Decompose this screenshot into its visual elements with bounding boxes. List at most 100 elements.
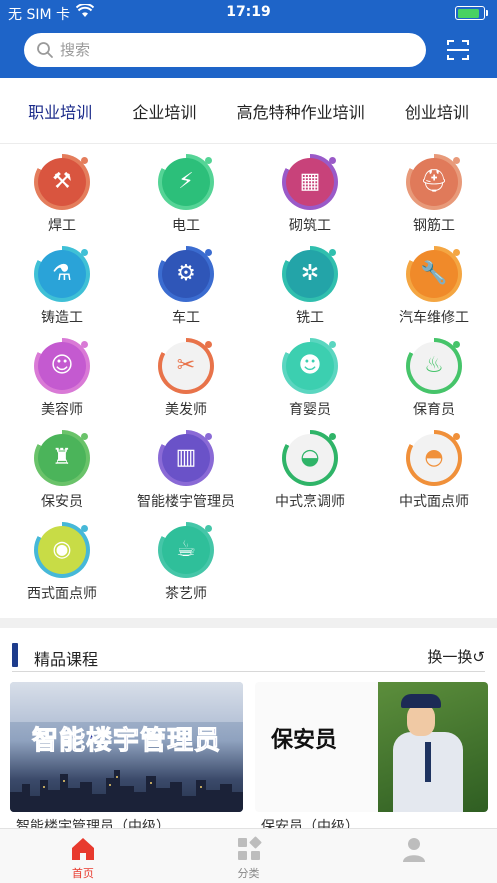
job-item[interactable]: ☕ 茶艺师 — [124, 522, 248, 602]
job-item[interactable]: ▥ 智能楼宇管理员 — [124, 430, 248, 510]
search-input[interactable] — [60, 33, 410, 67]
noodle-bowl-icon: ◓ — [406, 430, 462, 486]
category-grid-icon — [235, 835, 263, 863]
section-title: 精品课程 — [34, 650, 99, 669]
job-label: 美发师 — [165, 402, 207, 418]
search-bar[interactable] — [24, 33, 426, 67]
icon-glyph: ◉ — [52, 537, 72, 562]
icon-disc: ▦ — [286, 158, 334, 206]
icon-disc: ♨ — [410, 342, 458, 390]
job-item[interactable]: ⛑ 钢筋工 — [372, 154, 496, 234]
guard-tie — [425, 742, 431, 782]
icon-disc: 🔧 — [410, 250, 458, 298]
icon-dot — [81, 157, 88, 164]
job-item[interactable]: ⚒ 焊工 — [0, 154, 124, 234]
course-card-security-guard[interactable]: 保安员 — [255, 682, 488, 812]
job-item[interactable]: ✲ 铣工 — [248, 246, 372, 326]
icon-disc: ⚡ — [162, 158, 210, 206]
icon-disc: ▥ — [162, 434, 210, 482]
tabbar-label: 首页 — [71, 867, 94, 880]
icon-disc: ☻ — [286, 342, 334, 390]
job-item[interactable]: ✂ 美发师 — [124, 338, 248, 418]
scan-icon[interactable] — [444, 36, 472, 64]
job-item[interactable]: ◒ 中式烹调师 — [248, 430, 372, 510]
welder-icon: ⚒ — [34, 154, 90, 210]
icon-dot — [205, 433, 212, 440]
section-underline — [12, 671, 485, 672]
job-item[interactable]: ⚙ 车工 — [124, 246, 248, 326]
job-item[interactable]: ♨ 保育员 — [372, 338, 496, 418]
cake-icon: ◉ — [34, 522, 90, 578]
scissors-icon: ✂ — [158, 338, 214, 394]
icon-dot — [205, 525, 212, 532]
job-item[interactable]: ◉ 西式面点师 — [0, 522, 124, 602]
tab-3[interactable]: 高危特种作业培训 — [237, 99, 365, 123]
job-item[interactable]: ▦ 砌筑工 — [248, 154, 372, 234]
job-label: 育婴员 — [289, 402, 331, 418]
tabbar-item-3[interactable] — [331, 829, 497, 883]
job-label: 茶艺师 — [165, 586, 207, 602]
icon-glyph: ♨ — [424, 353, 444, 378]
icon-dot — [205, 249, 212, 256]
icon-glyph: ☕ — [176, 537, 196, 562]
tab-1[interactable]: 职业培训 — [28, 99, 92, 123]
job-item[interactable]: 🔧 汽车维修工 — [372, 246, 496, 326]
tabbar-item-1[interactable]: 首页 — [0, 829, 166, 883]
icon-glyph: ▥ — [175, 445, 197, 470]
job-label: 保育员 — [413, 402, 455, 418]
job-label: 电工 — [172, 218, 200, 234]
icon-dot — [81, 525, 88, 532]
icon-glyph: ⚗ — [52, 261, 72, 286]
icon-dot — [329, 157, 336, 164]
icon-disc: ◓ — [410, 434, 458, 482]
icon-dot — [329, 433, 336, 440]
plug-icon: ⚡ — [158, 154, 214, 210]
icon-glyph: ⚒ — [52, 169, 72, 194]
tea-icon: ☕ — [158, 522, 214, 578]
featured-cards: 智能楼宇管理员 保安员 — [10, 682, 488, 812]
tabbar-item-2[interactable]: 分类 — [166, 829, 332, 883]
icon-disc: ☕ — [162, 526, 210, 574]
rebar-worker-icon: ⛑ — [406, 154, 462, 210]
search-icon — [36, 41, 54, 63]
job-label: 保安员 — [41, 494, 83, 510]
tab-4[interactable]: 创业培训 — [405, 99, 469, 123]
icon-disc: ⚙ — [162, 250, 210, 298]
card-captions: 智能楼宇管理员（中级） 保安员（中级） — [10, 814, 488, 828]
guard-face — [407, 704, 435, 736]
card-image-text: 智能楼宇管理员 — [31, 726, 221, 757]
section-accent-bar — [12, 643, 18, 667]
icon-disc: ⚒ — [38, 158, 86, 206]
icon-glyph: ✲ — [300, 261, 320, 286]
job-grid: ⚒ 焊工 ⚡ 电工 ▦ 砌筑工 ⛑ 钢筋工 ⚗ 铸造工 ⚙ 车工 ✲ 铣工 🔧 汽车维修工 ☺ 美容师 ✂ 美发师 ☻ 育… — [0, 154, 497, 602]
job-item[interactable]: ⚗ 铸造工 — [0, 246, 124, 326]
icon-glyph: ▦ — [299, 169, 321, 194]
job-label: 美容师 — [41, 402, 83, 418]
battery-icon — [455, 6, 488, 20]
job-label: 汽车维修工 — [399, 310, 469, 326]
icon-glyph: ◒ — [300, 445, 320, 470]
job-label: 钢筋工 — [413, 218, 455, 234]
icon-dot — [81, 341, 88, 348]
icon-glyph: ✂ — [176, 353, 196, 378]
job-item[interactable]: ◓ 中式面点师 — [372, 430, 496, 510]
job-item[interactable]: ⚡ 电工 — [124, 154, 248, 234]
job-label: 智能楼宇管理员 — [137, 494, 235, 510]
icon-dot — [329, 341, 336, 348]
job-item[interactable]: ♜ 保安员 — [0, 430, 124, 510]
tab-2[interactable]: 企业培训 — [132, 99, 196, 123]
job-item[interactable]: ☻ 育婴员 — [248, 338, 372, 418]
icon-glyph: ⚡ — [178, 169, 194, 194]
category-tabs: 职业培训 企业培训 高危特种作业培训 创业培训 — [0, 78, 497, 144]
course-caption[interactable]: 智能楼宇管理员（中级） — [16, 816, 170, 828]
job-item[interactable]: ☺ 美容师 — [0, 338, 124, 418]
icon-dot — [453, 433, 460, 440]
car-repair-icon: 🔧 — [406, 246, 462, 302]
refresh-button[interactable]: 换一换↺ — [427, 646, 485, 667]
icon-dot — [329, 249, 336, 256]
course-card-building-manager[interactable]: 智能楼宇管理员 — [10, 682, 243, 812]
clock: 17:19 — [226, 4, 271, 20]
icon-disc: ☺ — [38, 342, 86, 390]
icon-dot — [81, 433, 88, 440]
course-caption[interactable]: 保安员（中级） — [261, 816, 359, 828]
